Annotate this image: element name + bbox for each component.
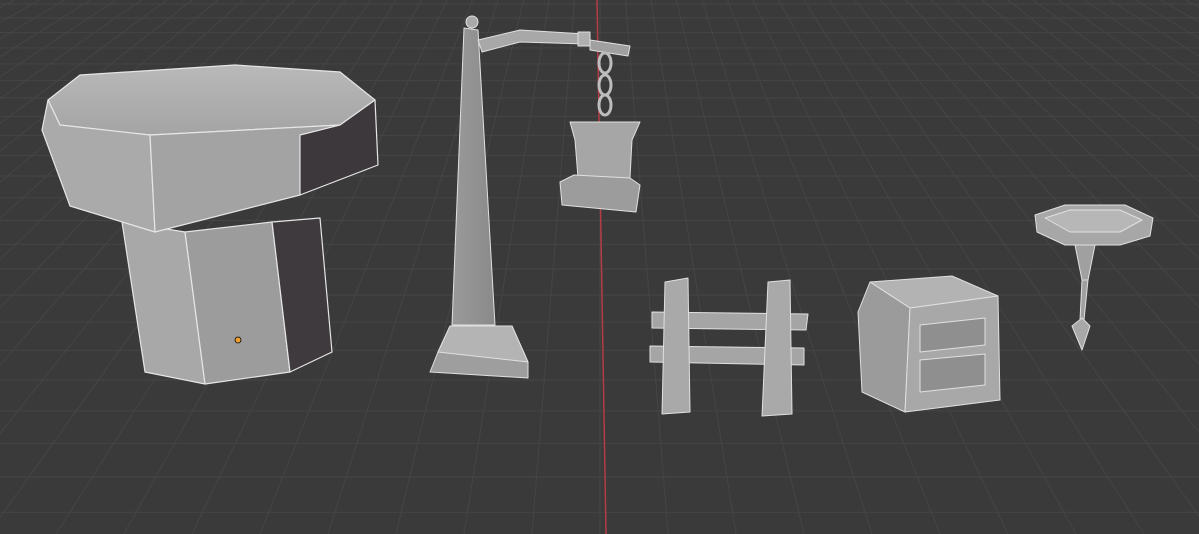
object-origin-dot	[234, 336, 242, 344]
3d-viewport[interactable]	[0, 0, 1199, 534]
viewport-canvas[interactable]	[0, 0, 1199, 534]
crate-mesh[interactable]	[857, 275, 1001, 413]
